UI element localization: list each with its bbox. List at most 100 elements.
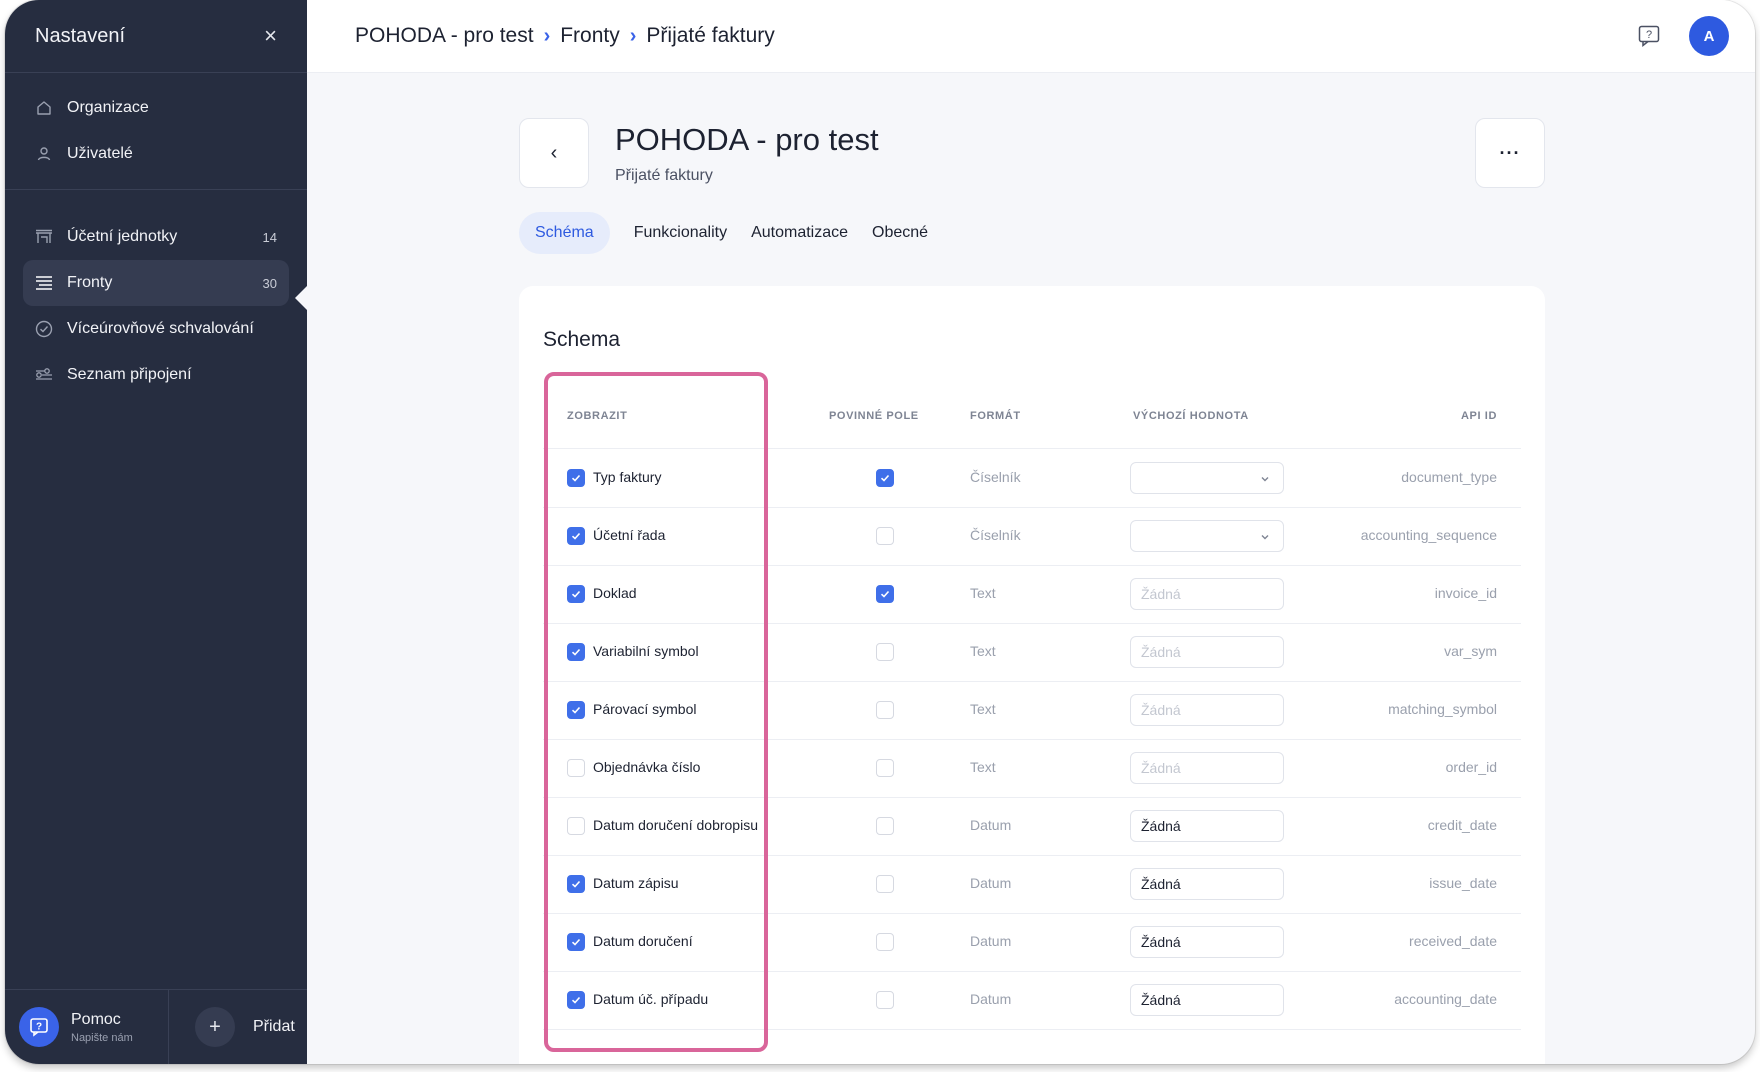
- show-checkbox[interactable]: [567, 643, 585, 661]
- default-value-input[interactable]: Žádná: [1130, 868, 1284, 900]
- page-subtitle: Přijaté faktury: [615, 167, 713, 184]
- show-checkbox[interactable]: [567, 585, 585, 603]
- table-row: Datum zápisu Datum Žádná issue_date: [543, 855, 1521, 914]
- column-header-show: ZOBRAZIT: [567, 410, 628, 422]
- active-item-indicator: [295, 286, 307, 310]
- default-value-placeholder: Žádná: [1141, 702, 1181, 718]
- add-button[interactable]: + Přidat: [169, 990, 307, 1064]
- breadcrumb-item[interactable]: Fronty: [560, 24, 620, 48]
- show-checkbox[interactable]: [567, 875, 585, 893]
- field-format: Text: [970, 701, 996, 717]
- sidebar-item-label: Seznam připojení: [67, 366, 192, 383]
- sidebar: Nastavení × Organizace Uživatelé Účetní …: [5, 0, 307, 1064]
- queue-icon: [35, 274, 53, 292]
- tabs: Schéma Funkcionality Automatizace Obecné: [519, 212, 940, 254]
- sidebar-footer: ? Pomoc Napište nám + Přidat: [5, 989, 307, 1064]
- more-options-button[interactable]: ···: [1475, 118, 1545, 188]
- sidebar-title: Nastavení: [35, 24, 126, 47]
- sidebar-item-count: 14: [262, 229, 277, 245]
- back-button[interactable]: ‹: [519, 118, 589, 188]
- default-value-input[interactable]: Žádná: [1130, 578, 1284, 610]
- required-checkbox[interactable]: [876, 527, 894, 545]
- chevron-right-icon: ›: [629, 24, 637, 47]
- user-icon: [35, 145, 53, 163]
- field-api-id: credit_date: [1427, 817, 1497, 833]
- column-header-format: FORMÁT: [970, 410, 1021, 422]
- chevron-right-icon: ›: [543, 24, 551, 47]
- page-title: POHODA - pro test: [615, 122, 879, 157]
- column-header-default: VÝCHOZÍ HODNOTA: [1133, 410, 1249, 422]
- show-checkbox[interactable]: [567, 527, 585, 545]
- default-value-text: Žádná: [1141, 818, 1181, 834]
- default-value-input[interactable]: Žádná: [1130, 984, 1284, 1016]
- sidebar-group-account: Organizace Uživatelé: [5, 73, 307, 190]
- default-value-input[interactable]: Žádná: [1130, 636, 1284, 668]
- field-api-id: accounting_sequence: [1360, 527, 1497, 543]
- field-format: Text: [970, 759, 996, 775]
- required-checkbox[interactable]: [876, 759, 894, 777]
- connections-icon: [35, 366, 53, 384]
- default-value-input[interactable]: Žádná: [1130, 926, 1284, 958]
- required-checkbox[interactable]: [876, 991, 894, 1009]
- required-checkbox[interactable]: [876, 933, 894, 951]
- show-checkbox[interactable]: [567, 991, 585, 1009]
- default-value-placeholder: Žádná: [1141, 586, 1181, 602]
- show-checkbox[interactable]: [567, 701, 585, 719]
- help-chat-icon[interactable]: ?: [1635, 22, 1663, 50]
- show-checkbox[interactable]: [567, 759, 585, 777]
- tab-automatizace[interactable]: Automatizace: [739, 212, 860, 254]
- field-format: Datum: [970, 817, 1012, 833]
- field-api-id: var_sym: [1444, 643, 1497, 659]
- field-label: Datum úč. případu: [593, 991, 709, 1007]
- field-label: Objednávka číslo: [593, 759, 701, 775]
- close-icon[interactable]: ×: [264, 23, 277, 49]
- field-api-id: issue_date: [1429, 875, 1497, 891]
- field-format: Datum: [970, 933, 1012, 949]
- default-value-select[interactable]: [1130, 462, 1284, 494]
- field-label: Párovací symbol: [593, 701, 697, 717]
- required-checkbox[interactable]: [876, 817, 894, 835]
- chevron-down-icon: [1259, 472, 1271, 488]
- field-api-id: document_type: [1401, 469, 1497, 485]
- sidebar-item-uzivatele[interactable]: Uživatelé: [23, 131, 289, 177]
- field-api-id: matching_symbol: [1388, 701, 1497, 717]
- sidebar-item-organizace[interactable]: Organizace: [23, 85, 289, 131]
- required-checkbox[interactable]: [876, 875, 894, 893]
- field-format: Číselník: [970, 527, 1021, 543]
- required-checkbox[interactable]: [876, 469, 894, 487]
- sidebar-item-label: Organizace: [67, 99, 149, 116]
- breadcrumb-current: Přijaté faktury: [646, 24, 775, 47]
- table-row: Účetní řada Číselník accounting_sequence: [543, 507, 1521, 566]
- schema-card: Schema ZOBRAZIT POVINNÉ POLE FORMÁT VÝCH…: [519, 286, 1545, 1064]
- tab-funkcionality[interactable]: Funkcionality: [622, 212, 739, 254]
- required-checkbox[interactable]: [876, 701, 894, 719]
- avatar[interactable]: A: [1689, 16, 1729, 56]
- table-row: Objednávka číslo Text Žádná order_id: [543, 739, 1521, 798]
- sidebar-item-fronty[interactable]: Fronty 30: [23, 260, 289, 306]
- sidebar-item-count: 30: [262, 275, 277, 291]
- default-value-select[interactable]: [1130, 520, 1284, 552]
- svg-text:?: ?: [36, 1022, 42, 1033]
- required-checkbox[interactable]: [876, 585, 894, 603]
- sidebar-item-seznam-pripojeni[interactable]: Seznam připojení: [23, 352, 289, 398]
- table-row: Datum úč. případu Datum Žádná accounting_da…: [543, 971, 1521, 1030]
- breadcrumb-item[interactable]: POHODA - pro test: [355, 24, 534, 48]
- sidebar-item-ucetni-jednotky[interactable]: Účetní jednotky 14: [23, 214, 289, 260]
- column-header-required: POVINNÉ POLE: [829, 410, 919, 422]
- show-checkbox[interactable]: [567, 469, 585, 487]
- required-checkbox[interactable]: [876, 643, 894, 661]
- default-value-input[interactable]: Žádná: [1130, 810, 1284, 842]
- column-header-api-id: API ID: [1461, 410, 1497, 422]
- show-checkbox[interactable]: [567, 817, 585, 835]
- tab-schema[interactable]: Schéma: [519, 212, 610, 254]
- help-button[interactable]: ? Pomoc Napište nám: [5, 990, 169, 1064]
- show-checkbox[interactable]: [567, 933, 585, 951]
- field-label: Variabilní symbol: [593, 643, 699, 659]
- sidebar-group-main: Účetní jednotky 14 Fronty 30 Víceúrovňov…: [5, 190, 307, 410]
- tab-obecne[interactable]: Obecné: [860, 212, 940, 254]
- default-value-input[interactable]: Žádná: [1130, 752, 1284, 784]
- sidebar-item-viceurovnove-schvalovani[interactable]: Víceúrovňové schvalování: [23, 306, 289, 352]
- table-row: Párovací symbol Text Žádná matching_symbol: [543, 681, 1521, 740]
- default-value-text: Žádná: [1141, 992, 1181, 1008]
- default-value-input[interactable]: Žádná: [1130, 694, 1284, 726]
